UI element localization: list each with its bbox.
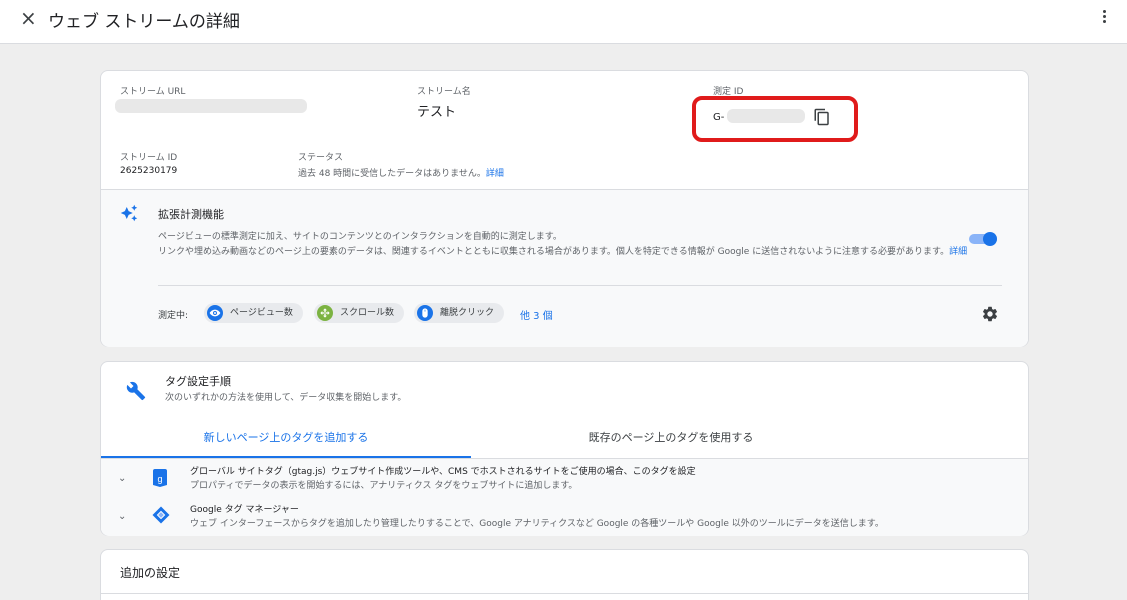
- tagging-card: タグ設定手順 次のいずれかの方法を使用して、データ収集を開始します。 新しいペー…: [100, 361, 1029, 536]
- tag-manager-option-desc: ウェブ インターフェースからタグを追加したり管理したりすることで、Google …: [190, 519, 884, 529]
- tag-manager-option-title[interactable]: Google タグ マネージャー: [190, 502, 299, 515]
- close-icon[interactable]: ×: [20, 8, 37, 28]
- additional-settings-title: 追加の設定: [120, 566, 181, 580]
- enhanced-measurement-title: 拡張計測機能: [158, 208, 224, 221]
- chip-scrolls[interactable]: スクロール数: [314, 303, 405, 323]
- status-label: ステータス: [298, 153, 344, 163]
- chip-pageviews-label: ページビュー数: [230, 308, 293, 318]
- status-details-link[interactable]: 詳細: [486, 169, 504, 179]
- mouse-icon: [417, 305, 433, 321]
- svg-text:g: g: [157, 474, 162, 484]
- chip-outbound-clicks[interactable]: 離脱クリック: [414, 303, 505, 323]
- enhanced-details-link[interactable]: 詳細: [949, 247, 967, 257]
- chip-pageviews[interactable]: ページビュー数: [204, 303, 303, 323]
- enhanced-measurement-description: ページビューの標準測定に加え、サイトのコンテンツとのインタラクションを自動的に測…: [158, 230, 978, 260]
- measurement-id-prefix: G-: [713, 112, 725, 123]
- enhanced-divider: [158, 285, 1002, 286]
- additional-divider: [101, 593, 1028, 594]
- more-events-link[interactable]: 他 3 個: [520, 307, 553, 322]
- copy-icon[interactable]: [813, 108, 831, 126]
- gtag-option-title[interactable]: グローバル サイトタグ（gtag.js）ウェブサイト作成ツールや、CMS でホス…: [190, 464, 696, 477]
- chevron-down-icon[interactable]: ⌄: [118, 473, 126, 484]
- enhanced-desc-line2: リンクや埋め込み動画などのページ上の要素のデータは、関連するイベントとともに収集…: [158, 247, 950, 257]
- gtag-icon: g: [153, 469, 167, 487]
- sparkle-icon: [120, 204, 138, 222]
- stream-details-card: ストリーム URL ストリーム名 テスト 測定 ID G- ストリーム ID 2…: [100, 70, 1029, 347]
- stream-url-redacted: [115, 99, 307, 113]
- top-bar: × ウェブ ストリームの詳細: [0, 0, 1127, 44]
- stream-id-value: 2625230179: [120, 166, 178, 176]
- scroll-icon: [317, 305, 333, 321]
- tab-add-new-tag-label: 新しいページ上のタグを追加する: [203, 431, 369, 444]
- measuring-label: 測定中:: [158, 311, 189, 321]
- chevron-down-icon[interactable]: ⌄: [118, 511, 126, 522]
- stream-url-label: ストリーム URL: [120, 87, 186, 97]
- enhanced-desc-line1: ページビューの標準測定に加え、サイトのコンテンツとのインタラクションを自動的に測…: [158, 232, 562, 242]
- enhanced-section-bg: [101, 190, 1028, 347]
- eye-icon: [207, 305, 223, 321]
- chip-outbound-clicks-label: 離脱クリック: [440, 308, 495, 318]
- wrench-icon: [126, 381, 146, 401]
- tab-use-existing-tag[interactable]: 既存のページ上のタグを使用する: [471, 418, 871, 458]
- additional-settings-card: 追加の設定: [100, 549, 1029, 600]
- enhanced-measurement-toggle[interactable]: [969, 232, 999, 246]
- status-text: 過去 48 時間に受信したデータはありません。詳細: [298, 166, 504, 179]
- tab-add-new-tag[interactable]: 新しいページ上のタグを追加する: [101, 418, 471, 458]
- toggle-knob: [983, 232, 997, 246]
- gtag-option-desc: プロパティでデータの表示を開始するには、アナリティクス タグをウェブサイトに追加…: [190, 481, 578, 491]
- tab-use-existing-tag-label: 既存のページ上のタグを使用する: [588, 431, 754, 444]
- more-vert-icon[interactable]: [1101, 10, 1107, 26]
- page-title: ウェブ ストリームの詳細: [48, 12, 240, 32]
- tagging-subtitle: 次のいずれかの方法を使用して、データ収集を開始します。: [165, 393, 407, 403]
- stream-name-label: ストリーム名: [417, 87, 471, 97]
- chip-scrolls-label: スクロール数: [340, 308, 395, 318]
- gear-icon[interactable]: [981, 305, 999, 323]
- stream-name-value: テスト: [417, 105, 457, 120]
- tag-manager-icon: [152, 506, 170, 524]
- stream-id-label: ストリーム ID: [120, 153, 178, 163]
- status-message: 過去 48 時間に受信したデータはありません。: [298, 169, 486, 179]
- measurement-id-redacted: [727, 109, 805, 123]
- tagging-title: タグ設定手順: [165, 375, 231, 388]
